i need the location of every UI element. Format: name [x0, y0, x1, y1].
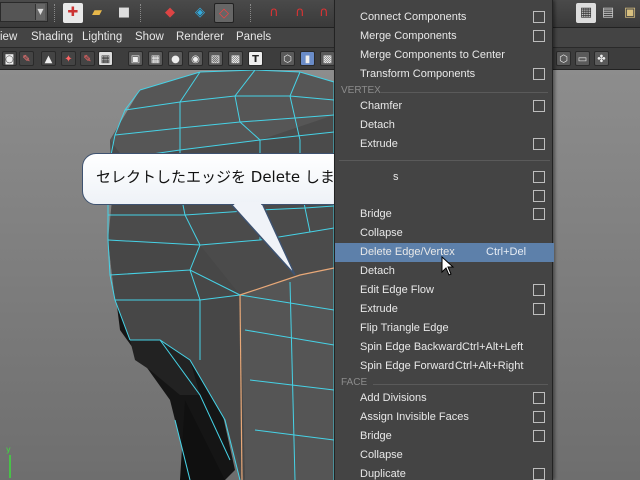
menu-item-collapse-face[interactable]: Collapse — [335, 446, 554, 465]
menu-item-label: Detach — [360, 265, 395, 277]
option-box-icon[interactable] — [533, 30, 545, 42]
option-box-icon[interactable] — [533, 190, 545, 202]
option-box-icon[interactable] — [533, 11, 545, 23]
menu-item-connect-components[interactable]: Connect Components — [335, 8, 554, 27]
menu-item-edit-edge-flow[interactable]: Edit Edge Flow — [335, 281, 554, 300]
menu-item-shortcut: Ctrl+Del — [486, 246, 527, 258]
option-box-icon[interactable] — [533, 171, 545, 183]
menu-item-label-fragment: s — [393, 171, 399, 183]
mouse-cursor-icon — [441, 256, 455, 276]
menu-item-bridge-edge[interactable]: Bridge — [335, 205, 554, 224]
menu-item-label: Add Divisions — [360, 392, 427, 404]
menu-item-merge-to-center[interactable]: Merge Components to Center — [335, 46, 554, 65]
menu-item-extrude-vertex[interactable]: Extrude — [335, 135, 554, 154]
menu-item-label: Bridge — [360, 430, 392, 442]
menu-item-label: Duplicate — [360, 468, 406, 480]
option-box-icon[interactable] — [533, 411, 545, 423]
menu-item-transform-components[interactable]: Transform Components — [335, 65, 554, 84]
option-box-icon[interactable] — [533, 468, 545, 480]
menu-item-label: Spin Edge Backward — [360, 341, 463, 353]
menu-item-assign-invisible-faces[interactable]: Assign Invisible Faces — [335, 408, 554, 427]
menu-item-label: Merge Components — [360, 30, 457, 42]
menu-item-label: Connect Components — [360, 11, 467, 23]
menu-item-label: Edit Edge Flow — [360, 284, 434, 296]
menu-item-bridge-face[interactable]: Bridge — [335, 427, 554, 446]
section-title: VERTEX — [341, 85, 381, 96]
option-box-icon[interactable] — [533, 430, 545, 442]
callout-text: セレクトしたエッジを Delete します。 — [96, 168, 364, 186]
menu-item-chamfer[interactable]: Chamfer — [335, 97, 554, 116]
menu-item-flip-triangle-edge[interactable]: Flip Triangle Edge — [335, 319, 554, 338]
menu-item-label: Chamfer — [360, 100, 403, 112]
menu-item-label: Extrude — [360, 303, 398, 315]
option-box-icon[interactable] — [533, 100, 545, 112]
menu-item-collapse-edge[interactable]: Collapse — [335, 224, 554, 243]
menu-item-label: Bridge — [360, 208, 392, 220]
menu-item-add-divisions[interactable]: Add Divisions — [335, 389, 554, 408]
edit-mesh-menu: Connect Components Merge Components Merg… — [334, 0, 554, 480]
menu-item-hidden-1[interactable]: s — [335, 168, 554, 187]
menu-item-label: Detach — [360, 119, 395, 131]
menu-item-label: Transform Components — [360, 68, 476, 80]
menu-item-label: Flip Triangle Edge — [360, 322, 449, 334]
menu-item-extrude-edge[interactable]: Extrude — [335, 300, 554, 319]
menu-item-label: Extrude — [360, 138, 398, 150]
menu-item-shortcut: Ctrl+Alt+Right — [455, 360, 524, 372]
option-box-icon[interactable] — [533, 68, 545, 80]
option-box-icon[interactable] — [533, 303, 545, 315]
menu-item-duplicate-face[interactable]: Duplicate — [335, 465, 554, 480]
menu-item-label: Merge Components to Center — [360, 49, 505, 61]
option-box-icon[interactable] — [533, 392, 545, 404]
option-box-icon[interactable] — [533, 284, 545, 296]
menu-item-spin-edge-forward[interactable]: Spin Edge Forward Ctrl+Alt+Right — [335, 357, 554, 376]
option-box-icon[interactable] — [533, 208, 545, 220]
menu-item-label: Collapse — [360, 227, 403, 239]
section-divider — [373, 384, 548, 385]
menu-item-label: Assign Invisible Faces — [360, 411, 469, 423]
menu-item-spin-edge-backward[interactable]: Spin Edge Backward Ctrl+Alt+Left — [335, 338, 554, 357]
menu-item-hidden-2[interactable] — [335, 187, 554, 206]
menu-item-merge-components[interactable]: Merge Components — [335, 27, 554, 46]
menu-item-label: Spin Edge Forward — [360, 360, 455, 372]
section-divider — [381, 92, 548, 93]
menu-item-shortcut: Ctrl+Alt+Left — [462, 341, 524, 353]
menu-item-detach-vertex[interactable]: Detach — [335, 116, 554, 135]
menu-item-label: Collapse — [360, 449, 403, 461]
menu-divider — [339, 160, 550, 161]
option-box-icon[interactable] — [533, 138, 545, 150]
section-title: FACE — [341, 377, 368, 388]
